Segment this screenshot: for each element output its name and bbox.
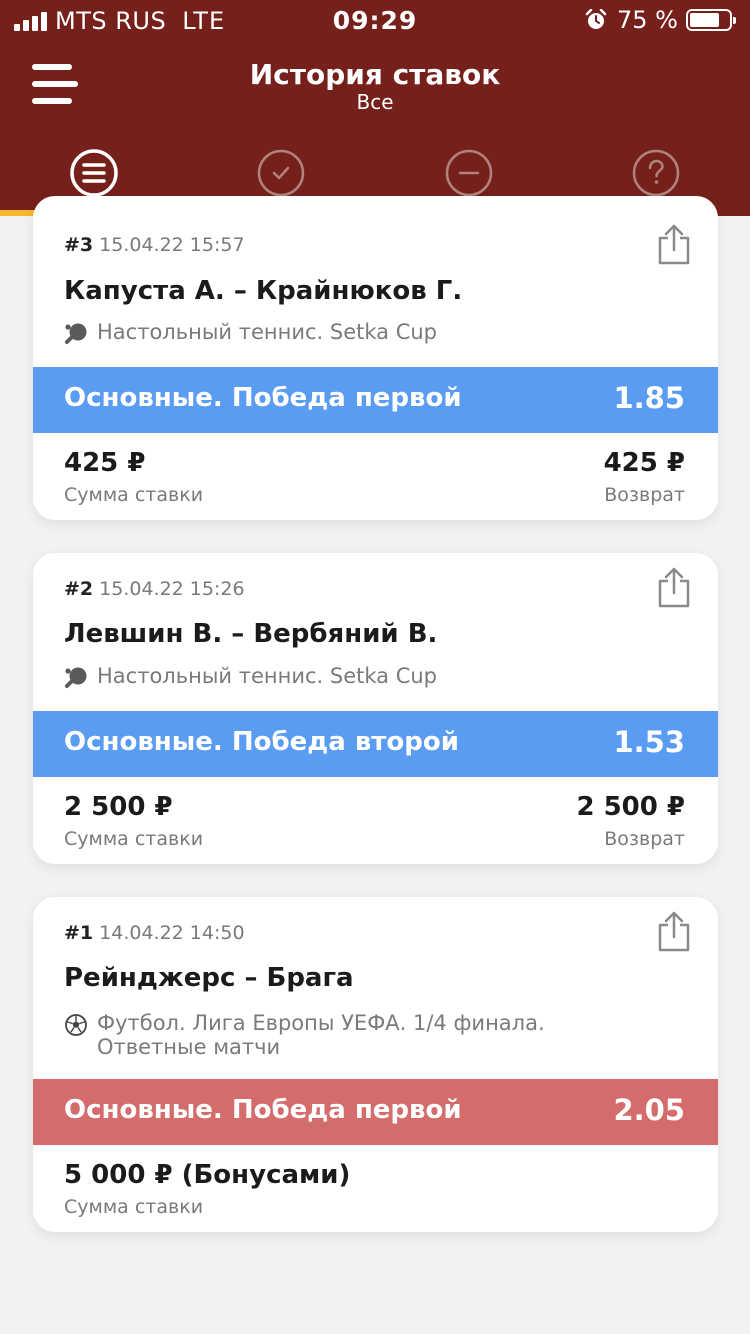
- share-icon[interactable]: [656, 224, 692, 266]
- stake-label: Сумма ставки: [64, 484, 204, 506]
- payout-amount: 425 ₽: [603, 448, 685, 478]
- table-tennis-icon: [65, 667, 87, 688]
- soccer-ball-icon: [65, 1014, 87, 1036]
- minus-icon: [445, 149, 493, 197]
- stake-amount: 425 ₽: [64, 448, 146, 478]
- bet-selection-bar: Основные. Победа первой 1.85: [33, 367, 718, 433]
- page-subtitle[interactable]: Все: [0, 90, 750, 114]
- stake-label: Сумма ставки: [64, 1196, 204, 1218]
- bet-number: #3: [64, 234, 94, 256]
- question-icon: [632, 149, 680, 197]
- match-name: Левшин В. – Вербяний В.: [64, 619, 438, 649]
- bet-datetime: 14.04.22 14:50: [99, 922, 245, 944]
- list-icon: [70, 149, 118, 197]
- stake-amount: 2 500 ₽: [64, 792, 173, 822]
- tab-lost[interactable]: [444, 148, 494, 198]
- share-icon[interactable]: [656, 567, 692, 609]
- payout-label: Возврат: [604, 484, 685, 506]
- battery-percent: 75 %: [617, 6, 678, 34]
- page-title: История ставок: [249, 58, 501, 91]
- league-line-2: Ответные матчи: [97, 1035, 281, 1059]
- league-name: Настольный теннис. Setka Cup: [97, 664, 437, 688]
- league-name: Настольный теннис. Setka Cup: [97, 320, 437, 344]
- tab-won[interactable]: [256, 148, 306, 198]
- payout-amount: 2 500 ₽: [576, 792, 685, 822]
- bet-meta: #1 14.04.22 14:50: [64, 922, 245, 944]
- battery-fill: [690, 13, 719, 27]
- league-line-1: Футбол. Лига Европы УЕФА. 1/4 финала.: [97, 1011, 545, 1035]
- bet-selection-bar: Основные. Победа первой 2.05: [33, 1079, 718, 1145]
- stake-amount: 5 000 ₽ (Бонусами): [64, 1160, 351, 1190]
- payout-label: Возврат: [604, 828, 685, 850]
- bet-card[interactable]: #3 15.04.22 15:57 Капуста А. – Крайнюков …: [33, 196, 718, 520]
- bet-datetime: 15.04.22 15:57: [99, 234, 245, 256]
- league: Футбол. Лига Европы УЕФА. 1/4 финала. От…: [64, 1011, 545, 1059]
- bet-number: #2: [64, 578, 94, 600]
- status-bar: MTS RUS LTE 09:29 75 %: [0, 0, 750, 40]
- app-header: MTS RUS LTE 09:29 75 % История ставок Вс…: [0, 0, 750, 216]
- league: Настольный теннис. Setka Cup: [64, 664, 437, 690]
- check-icon: [257, 149, 305, 197]
- match-name: Рейнджерс – Брага: [64, 963, 354, 993]
- bet-odds: 2.05: [613, 1093, 685, 1127]
- stake-label: Сумма ставки: [64, 828, 204, 850]
- bet-selection-bar: Основные. Победа второй 1.53: [33, 711, 718, 777]
- status-right: 75 %: [585, 6, 736, 34]
- bet-meta: #2 15.04.22 15:26: [64, 578, 245, 600]
- tab-all[interactable]: [69, 148, 119, 198]
- bet-market: Основные. Победа первой: [64, 1095, 462, 1125]
- tab-unsettled[interactable]: [631, 148, 681, 198]
- battery-icon: [686, 9, 736, 31]
- bet-market: Основные. Победа второй: [64, 727, 459, 757]
- bet-odds: 1.53: [613, 725, 685, 759]
- table-tennis-icon: [65, 323, 87, 344]
- league-name: Футбол. Лига Европы УЕФА. 1/4 финала. От…: [97, 1011, 545, 1059]
- alarm-icon: [585, 9, 607, 29]
- league: Настольный теннис. Setka Cup: [64, 320, 437, 346]
- bet-card[interactable]: #2 15.04.22 15:26 Левшин В. – Вербяний В.…: [33, 553, 718, 864]
- match-name: Капуста А. – Крайнюков Г.: [64, 276, 463, 306]
- bet-card[interactable]: #1 14.04.22 14:50 Рейнджерс – Брага Футбо…: [33, 897, 718, 1232]
- bet-number: #1: [64, 922, 94, 944]
- bet-odds: 1.85: [613, 381, 685, 415]
- bet-market: Основные. Победа первой: [64, 383, 462, 413]
- bet-meta: #3 15.04.22 15:57: [64, 234, 245, 256]
- bet-datetime: 15.04.22 15:26: [99, 578, 245, 600]
- share-icon[interactable]: [656, 911, 692, 953]
